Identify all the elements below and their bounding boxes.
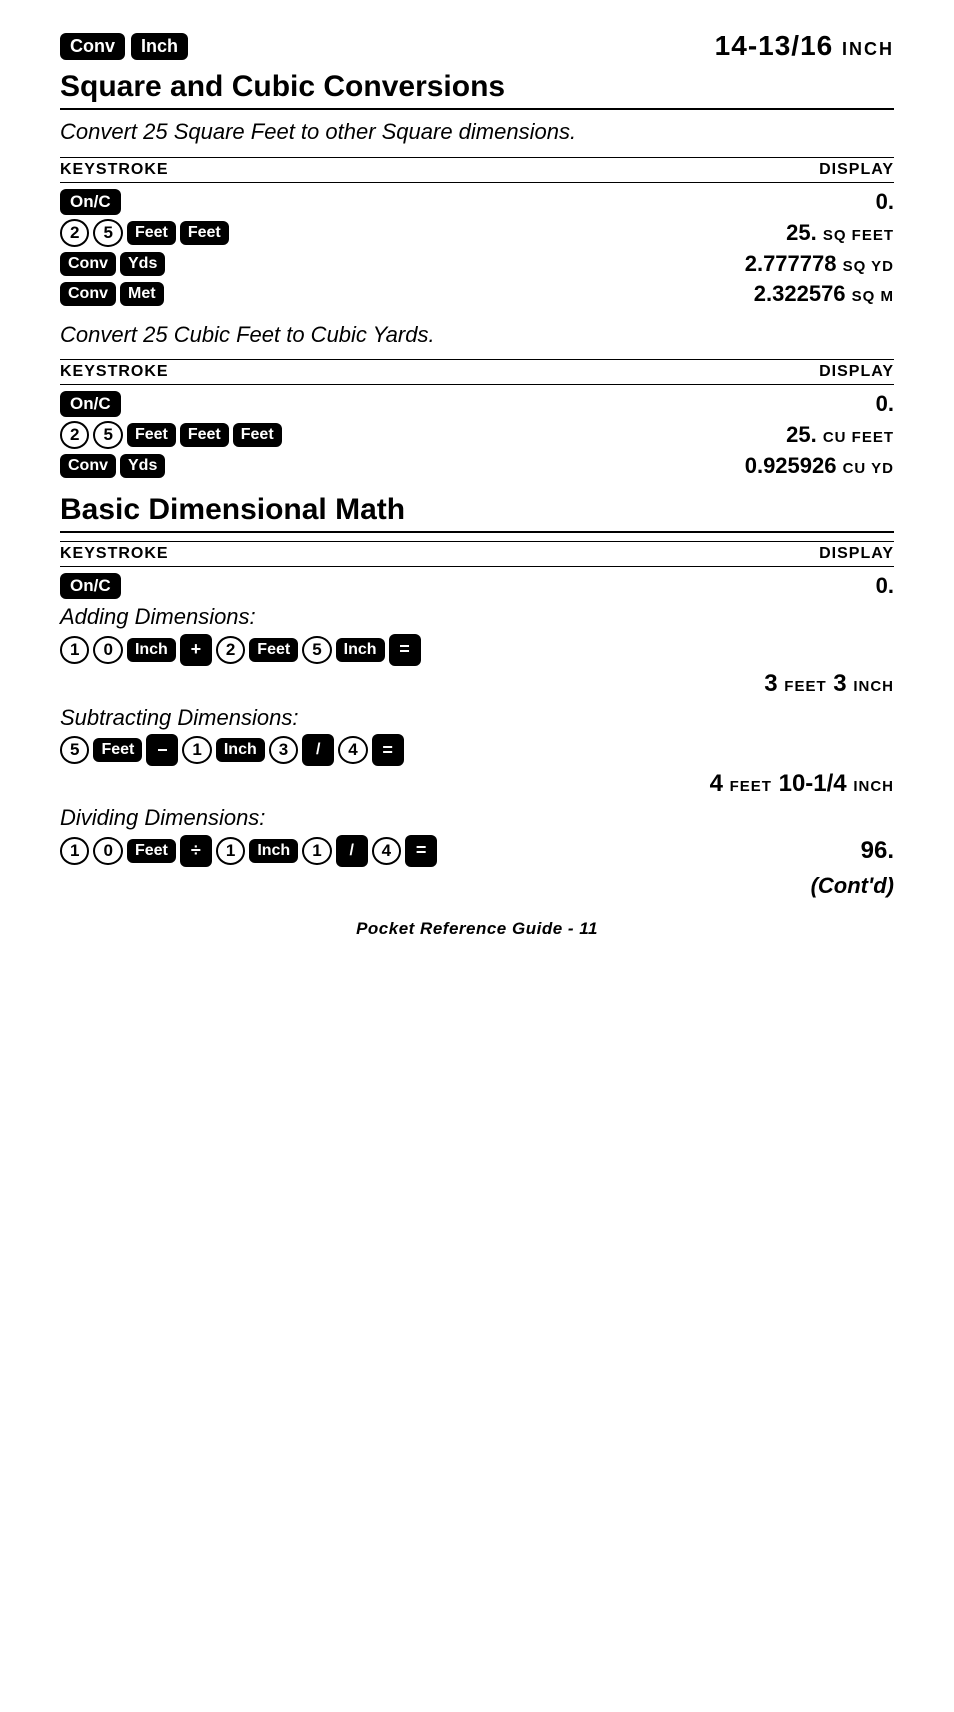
section-cubic: Convert 25 Cubic Feet to Cubic Yards. KE…: [60, 321, 894, 480]
key-inch-1: Inch: [127, 638, 176, 662]
key-inch-4: Inch: [249, 839, 298, 863]
section1-row-3: Conv Met 2.322576 SQ M: [60, 281, 894, 307]
key-1c: 1: [60, 837, 89, 865]
section2-desc: Convert 25 Cubic Feet to Cubic Yards.: [60, 321, 894, 350]
section2-row-0: On/C 0.: [60, 391, 894, 417]
section1-display-3: 2.322576 SQ M: [754, 281, 894, 307]
section2-display-2: 0.925926 CU YD: [745, 453, 894, 479]
adding-result: 3 FEET 3 INCH: [60, 670, 894, 698]
key-feet-5: Feet: [233, 423, 282, 447]
key-5c: 5: [302, 636, 331, 664]
dividing-result: 96.: [861, 837, 894, 865]
key-5: 5: [93, 219, 122, 247]
key-feet-6: Feet: [249, 638, 298, 662]
dividing-keys-row: 1 0 Feet ÷ 1 Inch 1 / 4 = 96.: [60, 835, 894, 867]
key-yds-2: Yds: [120, 454, 165, 478]
section1-row-0: On/C 0.: [60, 189, 894, 215]
section3-display-onc: 0.: [876, 573, 894, 599]
key-slash-2: /: [336, 835, 368, 867]
section2-keys-0: On/C: [60, 391, 121, 417]
section1-display-1: 25. SQ FEET: [786, 220, 894, 246]
key-0a: 0: [93, 636, 122, 664]
key-5d: 5: [60, 736, 89, 764]
section3-ks-header: KEYSTROKE DISPLAY: [60, 541, 894, 567]
key-feet-4: Feet: [180, 423, 229, 447]
key-2c: 2: [216, 636, 245, 664]
section3-keys-onc: On/C: [60, 573, 121, 599]
section2-keys-2: Conv Yds: [60, 454, 165, 478]
conv-badge: Conv: [60, 33, 125, 60]
key-conv-3: Conv: [60, 454, 116, 478]
section2-row-1: 2 5 Feet Feet Feet 25. CU FEET: [60, 421, 894, 449]
key-slash-1: /: [302, 734, 334, 766]
section2-display-0: 0.: [876, 391, 894, 417]
key-1b: 1: [182, 736, 211, 764]
section1-divider: [60, 108, 894, 110]
key-yds-1: Yds: [120, 252, 165, 276]
badge-group: Conv Inch: [60, 33, 188, 60]
section3-row-onc: On/C 0.: [60, 573, 894, 599]
section1-keys-1: 2 5 Feet Feet: [60, 219, 229, 247]
key-4a: 4: [338, 736, 367, 764]
key-equals-1: =: [389, 634, 421, 666]
key-feet-2: Feet: [180, 221, 229, 245]
key-feet-3: Feet: [127, 423, 176, 447]
onc-key-3: On/C: [60, 573, 121, 599]
section1-row-2: Conv Yds 2.777778 SQ YD: [60, 251, 894, 277]
adding-label: Adding Dimensions:: [60, 603, 894, 632]
key-minus: −: [146, 734, 178, 766]
section1-keys-0: On/C: [60, 189, 121, 215]
section3-divider: [60, 531, 894, 533]
key-3a: 3: [269, 736, 298, 764]
section2-ks-header: KEYSTROKE DISPLAY: [60, 359, 894, 385]
page-header: Conv Inch 14-13/16 INCH: [60, 30, 894, 62]
key-5b: 5: [93, 421, 122, 449]
inch-badge: Inch: [131, 33, 188, 60]
subtracting-keys-row: 5 Feet − 1 Inch 3 / 4 =: [60, 734, 894, 766]
subtracting-result: 4 FEET 10-1/4 INCH: [60, 770, 894, 798]
key-feet-7: Feet: [93, 738, 142, 762]
key-0b: 0: [93, 837, 122, 865]
key-2: 2: [60, 219, 89, 247]
key-equals-2: =: [372, 734, 404, 766]
section3-heading: Basic Dimensional Math: [60, 493, 894, 527]
dividing-keys: 1 0 Feet ÷ 1 Inch 1 / 4 =: [60, 835, 437, 867]
key-2b: 2: [60, 421, 89, 449]
section1-display-0: 0.: [876, 189, 894, 215]
section1-desc: Convert 25 Square Feet to other Square d…: [60, 118, 894, 147]
key-inch-2: Inch: [336, 638, 385, 662]
key-feet-8: Feet: [127, 839, 176, 863]
section1-row-1: 2 5 Feet Feet 25. SQ FEET: [60, 219, 894, 247]
onc-key: On/C: [60, 189, 121, 215]
section1-heading: Square and Cubic Conversions: [60, 70, 894, 104]
section-square-cubic: Square and Cubic Conversions Convert 25 …: [60, 70, 894, 307]
key-conv-1: Conv: [60, 252, 116, 276]
key-div: ÷: [180, 835, 212, 867]
subtracting-label: Subtracting Dimensions:: [60, 704, 894, 733]
key-equals-3: =: [405, 835, 437, 867]
section1-keys-3: Conv Met: [60, 282, 164, 306]
page-footer: Pocket Reference Guide - 11: [60, 919, 894, 939]
key-conv-2: Conv: [60, 282, 116, 306]
section2-row-2: Conv Yds 0.925926 CU YD: [60, 453, 894, 479]
section1-ks-header: KEYSTROKE DISPLAY: [60, 157, 894, 183]
section2-display-1: 25. CU FEET: [786, 422, 894, 448]
section2-keys-1: 2 5 Feet Feet Feet: [60, 421, 282, 449]
adding-keys-row: 1 0 Inch + 2 Feet 5 Inch =: [60, 634, 894, 666]
key-met: Met: [120, 282, 164, 306]
header-title: 14-13/16 INCH: [715, 30, 894, 62]
key-inch-3: Inch: [216, 738, 265, 762]
key-feet-1: Feet: [127, 221, 176, 245]
section1-display-2: 2.777778 SQ YD: [745, 251, 894, 277]
contd: (Cont'd): [60, 873, 894, 899]
onc-key-2: On/C: [60, 391, 121, 417]
key-4b: 4: [372, 837, 401, 865]
key-1a: 1: [60, 636, 89, 664]
section1-keys-2: Conv Yds: [60, 252, 165, 276]
dividing-label: Dividing Dimensions:: [60, 804, 894, 833]
key-plus: +: [180, 634, 212, 666]
key-1d: 1: [216, 837, 245, 865]
section-basic-math: Basic Dimensional Math KEYSTROKE DISPLAY…: [60, 493, 894, 899]
key-1e: 1: [302, 837, 331, 865]
